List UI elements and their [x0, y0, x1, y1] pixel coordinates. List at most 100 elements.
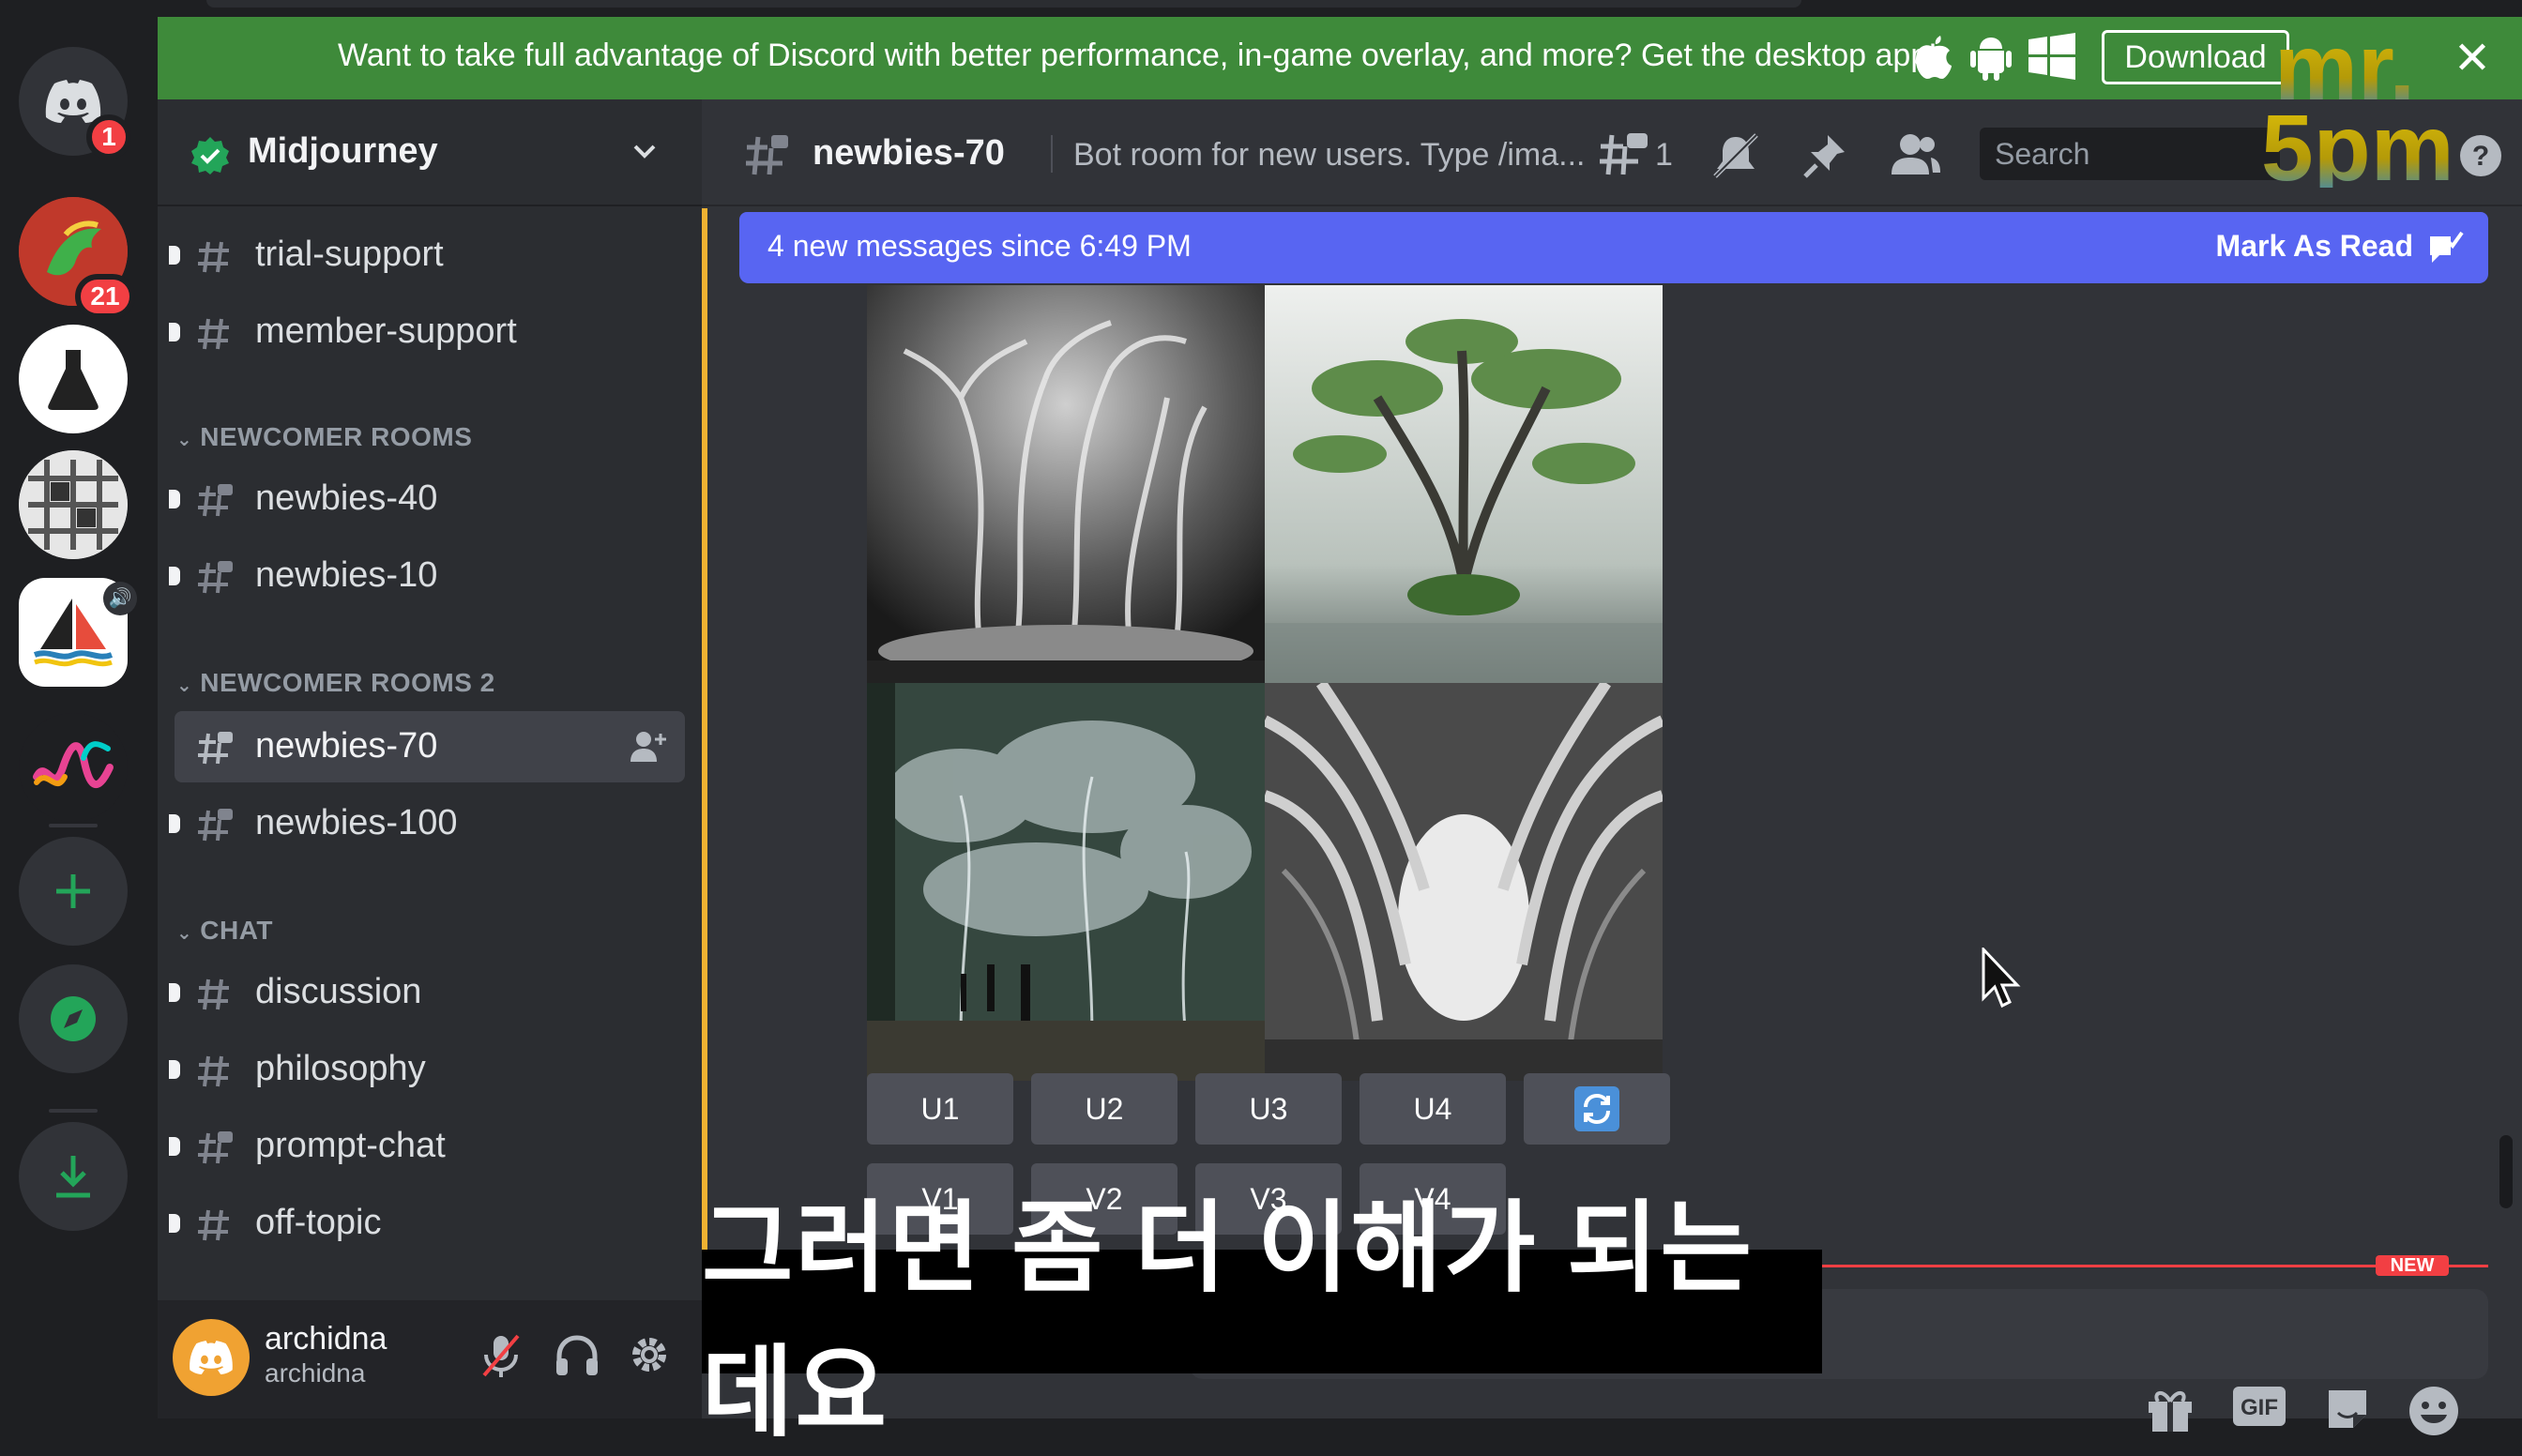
discord-logo-icon — [190, 1341, 233, 1374]
add-server-button[interactable] — [19, 837, 128, 946]
thread-hash-icon — [746, 135, 788, 175]
threads-icon[interactable] — [1597, 131, 1649, 178]
verified-icon — [191, 137, 229, 174]
image-root-tunnel — [1265, 683, 1663, 1081]
windows-icon[interactable] — [2028, 33, 2075, 80]
channel-philosophy[interactable]: philosophy — [169, 1034, 685, 1105]
channel-label: off-topic — [255, 1203, 382, 1242]
pin-icon[interactable] — [1801, 131, 1848, 180]
window-top-strip — [0, 0, 2522, 17]
header-divider — [1051, 135, 1053, 173]
chevron-down-icon[interactable] — [630, 137, 659, 165]
server-flask[interactable] — [19, 325, 128, 433]
upscale-2-button[interactable]: U2 — [1031, 1073, 1177, 1145]
gear-icon[interactable] — [627, 1332, 672, 1377]
unread-indicator — [169, 323, 180, 341]
category-label: NEWCOMER ROOMS — [200, 422, 473, 451]
apple-icon[interactable] — [1912, 32, 1953, 81]
thread-hash-icon — [198, 484, 233, 517]
discord-logo-icon — [45, 80, 101, 123]
mark-as-read-button[interactable]: Mark As Read — [2216, 229, 2413, 264]
channel-newbies-10[interactable]: newbies-10 — [169, 540, 685, 612]
upscale-4-button[interactable]: U4 — [1360, 1073, 1506, 1145]
discord-home-button[interactable]: 1 — [19, 47, 131, 159]
generated-image-grid[interactable] — [867, 285, 1663, 1152]
server-midjourney[interactable]: 🔊 — [19, 578, 137, 687]
channel-topic[interactable]: Bot room for new users. Type /ima... — [1073, 137, 1585, 174]
hash-icon — [198, 1055, 229, 1087]
avatar[interactable] — [173, 1319, 250, 1396]
button-label: U3 — [1249, 1091, 1288, 1126]
channel-header: newbies-70 Bot room for new users. Type … — [702, 99, 2522, 206]
channel-newbies-70[interactable]: newbies-70 — [175, 711, 685, 782]
unread-indicator — [169, 814, 180, 833]
sticker-icon[interactable] — [2323, 1385, 2372, 1433]
new-messages-bar[interactable]: 4 new messages since 6:49 PM Mark As Rea… — [739, 212, 2488, 283]
channel-discussion[interactable]: discussion — [169, 957, 685, 1028]
reroll-button[interactable] — [1524, 1073, 1670, 1145]
mouse-cursor-icon — [1982, 948, 2021, 1009]
add-member-icon[interactable] — [630, 730, 668, 764]
new-divider-label: NEW — [2376, 1255, 2449, 1276]
mark-read-icon — [2430, 231, 2464, 263]
generated-image-4[interactable] — [1265, 683, 1663, 1081]
guild-name: Midjourney — [248, 131, 438, 171]
chevron-down-icon: ⌄ — [176, 675, 193, 696]
channel-label: newbies-40 — [255, 478, 438, 518]
server-wave[interactable] — [19, 713, 128, 822]
image-tree-forest-white — [867, 285, 1265, 683]
video-subtitle: 그러면 좀 더 이해가 되는데요 — [702, 1193, 1822, 1448]
mute-mic-icon[interactable] — [480, 1332, 522, 1379]
hash-icon — [198, 978, 229, 1010]
channel-trial-support[interactable]: trial-support — [169, 220, 685, 291]
upscale-3-button[interactable]: U3 — [1195, 1073, 1342, 1145]
headphones-icon[interactable] — [554, 1332, 600, 1377]
gif-icon[interactable]: GIF — [2231, 1385, 2287, 1428]
mr-5pm-watermark-logo: mr. 5pm — [2261, 19, 2454, 188]
gift-icon[interactable] — [2145, 1385, 2195, 1433]
category-label: NEWCOMER ROOMS 2 — [200, 668, 495, 697]
server-pattern[interactable] — [19, 450, 128, 559]
channel-off-topic[interactable]: off-topic — [169, 1188, 685, 1259]
hash-icon — [198, 318, 229, 350]
channel-newbies-100[interactable]: newbies-100 — [169, 788, 685, 859]
upscale-1-button[interactable]: U1 — [867, 1073, 1013, 1145]
new-messages-text: 4 new messages since 6:49 PM — [767, 229, 1192, 263]
member-list-icon[interactable] — [1890, 131, 1942, 178]
new-message-accent-line — [702, 208, 707, 1250]
generated-image-1[interactable] — [867, 285, 1265, 683]
username: archidna — [265, 1321, 387, 1357]
category-newcomer-rooms[interactable]: ⌄ NEWCOMER ROOMS — [176, 422, 472, 452]
compass-icon — [51, 996, 96, 1041]
explore-servers-button[interactable] — [19, 964, 128, 1073]
refresh-icon — [1574, 1086, 1619, 1131]
scrollbar[interactable] — [2499, 1135, 2513, 1208]
emoji-icon[interactable] — [2408, 1385, 2460, 1437]
user-tag: archidna — [265, 1358, 366, 1388]
unread-indicator — [169, 1137, 180, 1156]
channel-label: prompt-chat — [255, 1126, 446, 1165]
generated-image-2[interactable] — [1265, 285, 1663, 683]
download-apps-button[interactable] — [19, 1122, 128, 1231]
channel-title: newbies-70 — [813, 133, 1005, 173]
generated-image-3[interactable] — [867, 683, 1265, 1081]
category-label: CHAT — [200, 916, 273, 945]
button-label: U1 — [920, 1091, 960, 1126]
platform-icons — [1912, 32, 2075, 81]
unread-indicator — [169, 567, 180, 585]
server-horse[interactable]: 21 — [19, 197, 135, 319]
channel-member-support[interactable]: member-support — [169, 296, 685, 368]
channel-prompt-chat[interactable]: prompt-chat — [169, 1111, 685, 1182]
search-input[interactable]: Search — [1980, 128, 2280, 180]
notification-muted-icon[interactable] — [1711, 131, 1760, 180]
flask-icon — [48, 350, 99, 410]
channel-label: newbies-70 — [255, 726, 438, 766]
guild-header[interactable]: Midjourney — [158, 99, 702, 206]
desktop-app-banner: Want to take full advantage of Discord w… — [158, 17, 2522, 99]
channel-label: newbies-100 — [255, 803, 458, 842]
android-icon[interactable] — [1970, 32, 2012, 81]
category-chat[interactable]: ⌄ CHAT — [176, 916, 273, 946]
category-newcomer-rooms-2[interactable]: ⌄ NEWCOMER ROOMS 2 — [176, 668, 495, 698]
channel-newbies-40[interactable]: newbies-40 — [169, 463, 685, 535]
thread-hash-icon — [198, 1131, 233, 1164]
